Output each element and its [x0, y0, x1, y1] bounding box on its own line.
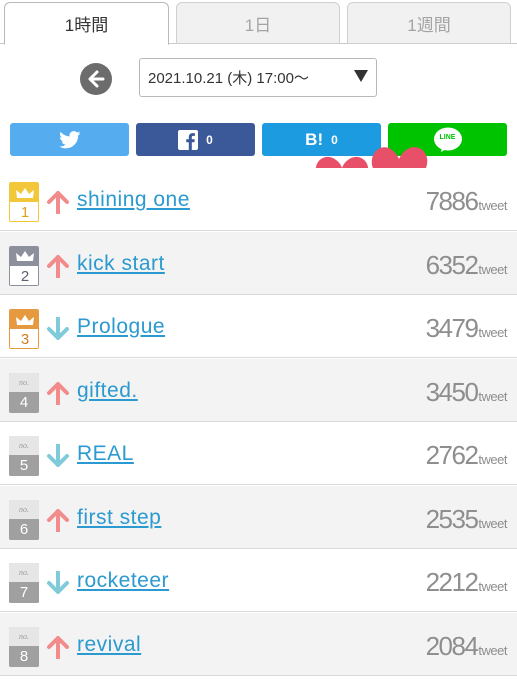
- trend-down-arrow-icon: [47, 444, 69, 467]
- tweet-count-value: 3450: [425, 376, 479, 407]
- crown-icon: [10, 246, 38, 266]
- ranking-row: 3 Prologue 3479 tweet: [0, 295, 517, 358]
- tweet-count-unit: tweet: [478, 388, 507, 404]
- rank-label: no.: [9, 499, 39, 519]
- chevron-down-icon: [354, 70, 368, 82]
- rank-label: no.: [9, 436, 39, 455]
- period-tabs: 1時間 1日 1週間: [0, 0, 517, 45]
- tweet-count-value: 3479: [425, 313, 479, 343]
- rank-number: 4: [9, 391, 39, 413]
- rank-number: 5: [9, 455, 39, 476]
- crown-rank-badge: 1: [9, 182, 39, 222]
- trend-down-arrow-icon: [47, 571, 69, 594]
- tweet-count: 2084 tweet: [425, 630, 508, 662]
- tweet-count: 3450 tweet: [425, 376, 508, 408]
- tweet-count: 2762 tweet: [425, 440, 508, 471]
- song-title-link[interactable]: shining one: [77, 188, 190, 212]
- twitter-bird-icon: [58, 130, 80, 148]
- facebook-share-count: 0: [206, 132, 213, 147]
- rank-number: 2: [10, 265, 38, 285]
- tweet-count-value: 7886: [425, 186, 479, 216]
- rank-number: 6: [9, 518, 39, 540]
- tweet-count: 2535 tweet: [425, 503, 508, 535]
- crown-rank-badge: 3: [9, 309, 39, 349]
- tweet-count-value: 2535: [425, 503, 479, 534]
- tweet-count-unit: tweet: [478, 579, 507, 594]
- rank-label: no.: [9, 372, 39, 392]
- trend-up-arrow-icon: [47, 508, 69, 532]
- ranking-row: no. 4 gifted. 3450 tweet: [0, 358, 517, 422]
- rank-badge: no. 5: [9, 436, 39, 476]
- rank-number: 7: [9, 582, 39, 603]
- trend-up-arrow-icon: [47, 381, 69, 405]
- tweet-count-value: 2762: [425, 440, 479, 470]
- tab-1-week[interactable]: 1週間: [347, 2, 511, 44]
- song-title-link[interactable]: gifted.: [77, 379, 138, 403]
- tab-1-day[interactable]: 1日: [176, 2, 340, 44]
- tweet-count: 6352 tweet: [425, 249, 508, 281]
- song-title-link[interactable]: kick start: [77, 252, 165, 276]
- rank-badge: no. 4: [9, 372, 39, 413]
- trend-down-arrow-icon: [47, 317, 69, 340]
- song-title-link[interactable]: rocketeer: [77, 569, 169, 593]
- rank-label: no.: [9, 563, 39, 582]
- tweet-count: 7886 tweet: [425, 186, 508, 217]
- song-title-link[interactable]: revival: [77, 633, 141, 657]
- tweet-count-unit: tweet: [478, 515, 507, 531]
- ranking-row: 1 shining one 7886 tweet: [0, 168, 517, 231]
- song-title-link[interactable]: Prologue: [77, 315, 165, 339]
- rank-label: no.: [9, 626, 39, 646]
- ranking-row: no. 6 first step 2535 tweet: [0, 485, 517, 549]
- rank-number: 3: [10, 329, 38, 348]
- ranking-row: 2 kick start 6352 tweet: [0, 231, 517, 295]
- tweet-count: 3479 tweet: [425, 313, 508, 344]
- tweet-count-value: 2084: [425, 630, 479, 661]
- facebook-share-button[interactable]: 0: [136, 123, 255, 156]
- ranking-row: no. 8 revival 2084 tweet: [0, 612, 517, 676]
- crown-icon: [10, 183, 38, 202]
- tweet-count: 2212 tweet: [425, 567, 508, 598]
- date-select[interactable]: 2021.10.21 (木) 17:00～: [139, 58, 377, 97]
- tweet-count-unit: tweet: [478, 198, 507, 213]
- rank-number: 1: [10, 202, 38, 221]
- rank-no-label: no.: [19, 631, 29, 641]
- rank-no-label: no.: [19, 568, 29, 577]
- crown-rank-badge: 2: [9, 245, 39, 286]
- twitter-share-button[interactable]: [10, 123, 129, 156]
- trend-up-arrow-icon: [47, 254, 69, 278]
- crown-icon: [10, 310, 38, 329]
- rank-badge: no. 8: [9, 626, 39, 667]
- facebook-f-icon: [178, 129, 199, 150]
- rank-no-label: no.: [19, 504, 29, 514]
- ranking-row: no. 5 REAL 2762 tweet: [0, 422, 517, 485]
- rank-no-label: no.: [19, 441, 29, 450]
- song-title-link[interactable]: REAL: [77, 442, 134, 466]
- tweet-count-unit: tweet: [478, 642, 507, 658]
- trend-up-arrow-icon: [47, 191, 69, 214]
- rank-number: 8: [9, 645, 39, 667]
- rank-badge: no. 7: [9, 563, 39, 603]
- tweet-count-unit: tweet: [478, 325, 507, 340]
- tweet-count-unit: tweet: [478, 261, 507, 277]
- back-arrow-icon[interactable]: [80, 63, 112, 95]
- tweet-count-unit: tweet: [478, 452, 507, 467]
- rank-no-label: no.: [19, 377, 29, 387]
- tweet-count-value: 6352: [425, 249, 479, 280]
- tweet-count-value: 2212: [425, 567, 479, 597]
- trend-up-arrow-icon: [47, 635, 69, 659]
- song-title-link[interactable]: first step: [77, 506, 161, 530]
- date-select-value: 2021.10.21 (木) 17:00～: [148, 70, 309, 87]
- rank-badge: no. 6: [9, 499, 39, 540]
- ranking-row: no. 7 rocketeer 2212 tweet: [0, 549, 517, 612]
- tab-1-hour[interactable]: 1時間: [4, 2, 169, 45]
